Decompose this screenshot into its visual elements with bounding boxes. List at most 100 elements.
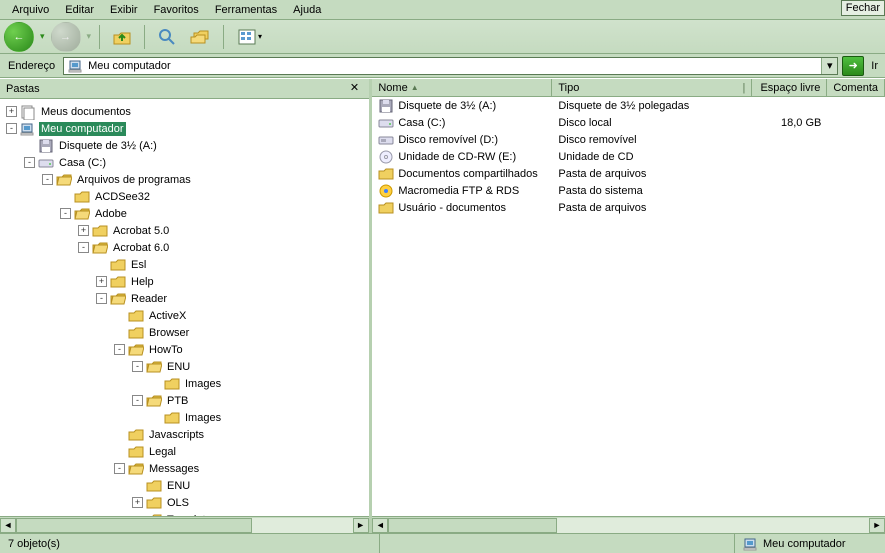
tree-item[interactable]: -Casa (C:) bbox=[0, 154, 369, 171]
scroll-left-icon[interactable]: ◄ bbox=[372, 518, 388, 533]
twisty-blank bbox=[96, 259, 107, 270]
tree-item[interactable]: +Help bbox=[0, 273, 369, 290]
address-bar: Endereço Meu computador ▾ ➜ Ir bbox=[0, 54, 885, 78]
expand-icon[interactable]: + bbox=[96, 276, 107, 287]
collapse-icon[interactable]: - bbox=[132, 361, 143, 372]
folders-button[interactable] bbox=[187, 23, 215, 51]
col-espaco[interactable]: Espaço livre bbox=[752, 79, 827, 96]
cell-name: Disquete de 3½ (A:) bbox=[398, 100, 496, 112]
folders-pane: Pastas ✕ +Meus documentos-Meu computador… bbox=[0, 79, 369, 533]
tree-item[interactable]: Images bbox=[0, 409, 369, 426]
list-row[interactable]: Unidade de CD-RW (E:)Unidade de CD bbox=[372, 148, 885, 165]
back-button[interactable]: ← bbox=[4, 22, 34, 52]
menu-favoritos[interactable]: Favoritos bbox=[146, 2, 207, 18]
tree-item[interactable]: -Meu computador bbox=[0, 120, 369, 137]
scroll-right-icon[interactable]: ► bbox=[869, 518, 885, 533]
cell-tipo: Pasta de arquivos bbox=[552, 168, 752, 180]
tree-item[interactable]: -Reader bbox=[0, 290, 369, 307]
go-arrow-icon: ➜ bbox=[849, 59, 858, 72]
folder-open-icon bbox=[74, 206, 90, 222]
col-nome[interactable]: Nome▲ bbox=[372, 79, 552, 96]
tree-item[interactable]: ActiveX bbox=[0, 307, 369, 324]
tree-item[interactable]: +Meus documentos bbox=[0, 103, 369, 120]
tree-item[interactable]: -Adobe bbox=[0, 205, 369, 222]
back-dropdown-icon[interactable]: ▾ bbox=[40, 31, 45, 42]
collapse-icon[interactable]: - bbox=[42, 174, 53, 185]
menu-exibir[interactable]: Exibir bbox=[102, 2, 146, 18]
col-comentarios[interactable]: Comenta bbox=[827, 79, 885, 96]
collapse-icon[interactable]: - bbox=[114, 344, 125, 355]
go-button[interactable]: ➜ bbox=[842, 56, 864, 76]
list-row[interactable]: Macromedia FTP & RDSPasta do sistema bbox=[372, 182, 885, 199]
list-hscrollbar[interactable]: ◄ ► bbox=[372, 516, 885, 533]
folder-icon bbox=[164, 376, 180, 392]
tree-item[interactable]: Images bbox=[0, 375, 369, 392]
menu-arquivo[interactable]: Arquivo bbox=[4, 2, 57, 18]
tree-item[interactable]: Esl bbox=[0, 256, 369, 273]
computer-icon bbox=[743, 536, 759, 552]
tree-item[interactable]: -Arquivos de programas bbox=[0, 171, 369, 188]
expand-icon[interactable]: + bbox=[78, 225, 89, 236]
folder-icon bbox=[128, 427, 144, 443]
cell-tipo: Disquete de 3½ polegadas bbox=[552, 100, 752, 112]
toolbar: ← ▾ → ▾ ▾ bbox=[0, 20, 885, 54]
list-row[interactable]: Casa (C:)Disco local18,0 GB bbox=[372, 114, 885, 131]
menu-ferramentas[interactable]: Ferramentas bbox=[207, 2, 285, 18]
search-button[interactable] bbox=[153, 23, 181, 51]
drive-icon bbox=[38, 155, 54, 171]
expand-icon[interactable]: + bbox=[132, 497, 143, 508]
forward-dropdown-icon[interactable]: ▾ bbox=[87, 31, 92, 42]
tree-item[interactable]: +OLS bbox=[0, 494, 369, 511]
address-dropdown[interactable]: ▾ bbox=[821, 58, 837, 74]
forward-button[interactable]: → bbox=[51, 22, 81, 52]
twisty-blank bbox=[60, 191, 71, 202]
tree-item[interactable]: Javascripts bbox=[0, 426, 369, 443]
folder-open-icon bbox=[146, 393, 162, 409]
scroll-right-icon[interactable]: ► bbox=[353, 518, 369, 533]
collapse-icon[interactable]: - bbox=[132, 395, 143, 406]
list-row[interactable]: Usuário - documentosPasta de arquivos bbox=[372, 199, 885, 216]
scroll-left-icon[interactable]: ◄ bbox=[0, 518, 16, 533]
close-pane-button[interactable]: ✕ bbox=[347, 81, 363, 97]
tree-item[interactable]: Browser bbox=[0, 324, 369, 341]
tree-item[interactable]: ENU bbox=[0, 477, 369, 494]
go-label: Ir bbox=[868, 60, 881, 72]
folder-up-icon bbox=[112, 27, 132, 47]
collapse-icon[interactable]: - bbox=[96, 293, 107, 304]
fechar-button[interactable]: Fechar bbox=[841, 0, 885, 16]
tree-item[interactable]: ACDSee32 bbox=[0, 188, 369, 205]
tree-item[interactable]: Disquete de 3½ (A:) bbox=[0, 137, 369, 154]
collapse-icon[interactable]: - bbox=[114, 463, 125, 474]
views-button[interactable]: ▾ bbox=[232, 23, 268, 51]
file-list[interactable]: Disquete de 3½ (A:) Disquete de 3½ polega… bbox=[372, 97, 885, 516]
collapse-icon[interactable]: - bbox=[78, 242, 89, 253]
tree-item-label: ACDSee32 bbox=[93, 190, 152, 204]
cd-icon bbox=[378, 149, 394, 165]
computer-icon bbox=[20, 121, 36, 137]
tree-item[interactable]: Legal bbox=[0, 443, 369, 460]
tree-item[interactable]: -Messages bbox=[0, 460, 369, 477]
collapse-icon[interactable]: - bbox=[24, 157, 35, 168]
drive-icon bbox=[378, 115, 394, 131]
tree-hscrollbar[interactable]: ◄ ► bbox=[0, 516, 369, 533]
views-icon bbox=[238, 29, 256, 45]
list-row[interactable]: Disco removível (D:)Disco removível bbox=[372, 131, 885, 148]
folder-icon bbox=[378, 166, 394, 182]
tree-item[interactable]: -PTB bbox=[0, 392, 369, 409]
list-row[interactable]: Documentos compartilhadosPasta de arquiv… bbox=[372, 165, 885, 182]
tree-item-label: Acrobat 6.0 bbox=[111, 241, 171, 255]
tree-item[interactable]: -ENU bbox=[0, 358, 369, 375]
col-tipo[interactable]: Tipo| bbox=[552, 79, 752, 96]
menu-ajuda[interactable]: Ajuda bbox=[285, 2, 329, 18]
up-button[interactable] bbox=[108, 23, 136, 51]
expand-icon[interactable]: + bbox=[6, 106, 17, 117]
list-row[interactable]: Disquete de 3½ (A:) Disquete de 3½ polega… bbox=[372, 97, 885, 114]
collapse-icon[interactable]: - bbox=[6, 123, 17, 134]
collapse-icon[interactable]: - bbox=[60, 208, 71, 219]
address-input[interactable]: Meu computador ▾ bbox=[63, 57, 838, 75]
folder-tree[interactable]: +Meus documentos-Meu computadorDisquete … bbox=[0, 99, 369, 516]
tree-item[interactable]: +Acrobat 5.0 bbox=[0, 222, 369, 239]
menu-editar[interactable]: Editar bbox=[57, 2, 102, 18]
tree-item[interactable]: - Acrobat 6.0 bbox=[0, 239, 369, 256]
tree-item[interactable]: -HowTo bbox=[0, 341, 369, 358]
